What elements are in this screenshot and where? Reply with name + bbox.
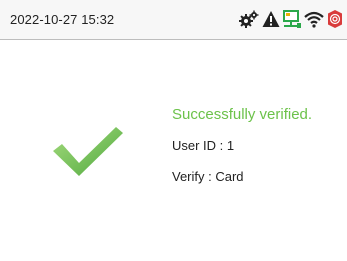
settings-gear-icon (238, 9, 260, 29)
checkmark-icon (52, 125, 124, 182)
network-computer-icon (282, 9, 302, 29)
status-bar: 2022-10-27 15:32 (0, 0, 347, 40)
alarm-icon (326, 9, 344, 29)
warning-icon (262, 10, 280, 28)
user-id-label: User ID : 1 (172, 138, 235, 153)
verification-success-message: Successfully verified. (172, 106, 313, 123)
status-icons (238, 8, 344, 30)
datetime: 2022-10-27 15:32 (10, 12, 115, 27)
verify-mode-label: Verify : Card (172, 169, 244, 184)
verification-screen: 2022-10-27 15:32 Successfully verified. … (0, 0, 347, 261)
wifi-icon (304, 10, 324, 28)
